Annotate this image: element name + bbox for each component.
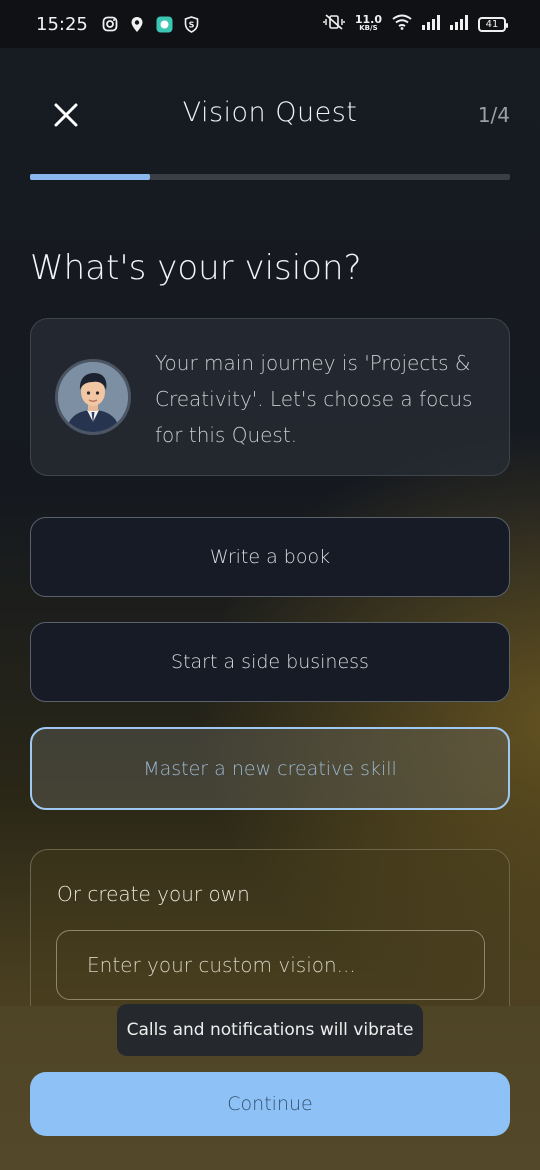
signal-2-icon [450,14,468,34]
step-indicator: 1/4 [477,103,510,127]
progress-bar [30,174,510,180]
network-speed: 11.0 KB/S [354,13,382,33]
vibrate-mute-icon [323,14,345,34]
instagram-icon [102,16,119,33]
question-heading: What's your vision? [30,248,362,288]
avatar [55,359,131,435]
coach-message: Your main journey is 'Projects & Creativ… [155,351,473,447]
wifi-icon [392,14,412,34]
svg-text:S: S [188,20,194,29]
status-bar: 15:25 S 11.0 KB/S 41 [0,0,540,48]
option-start-a-side-business[interactable]: Start a side business [30,622,510,702]
notification-icons: S [102,15,200,33]
option-write-a-book[interactable]: Write a book [30,517,510,597]
coach-message-card: Your main journey is 'Projects & Creativ… [30,318,510,476]
screen: 15:25 S 11.0 KB/S 41 Vision Quest 1/4 Wh… [0,0,540,1170]
location-pin-icon [129,16,146,33]
progress-fill [30,174,150,180]
custom-vision-input[interactable] [56,930,485,1000]
network-speed-value: 11.0 [354,13,382,26]
page-title: Vision Quest [182,97,358,128]
coach-avatar-illustration [58,362,128,432]
battery-indicator: 41 [478,16,508,32]
toast-message: Calls and notifications will vibrate [117,1004,423,1056]
chat-app-icon [156,16,173,33]
custom-vision-label: Or create your own [57,882,250,906]
continue-button[interactable]: Continue [30,1072,510,1136]
option-master-a-new-creative-skill[interactable]: Master a new creative skill [30,727,510,810]
shield-s-icon: S [183,15,200,33]
status-time: 15:25 [36,13,88,35]
network-speed-unit: KB/S [359,24,378,32]
signal-1-icon [422,14,440,34]
system-icons: 11.0 KB/S 41 [323,13,508,34]
header: Vision Quest 1/4 [0,85,540,145]
